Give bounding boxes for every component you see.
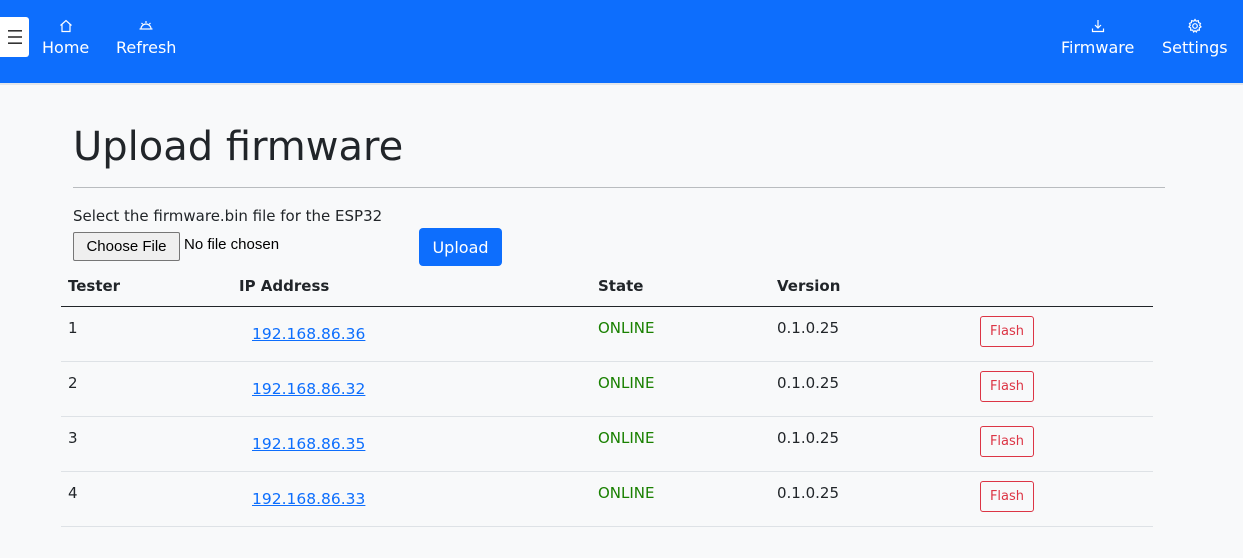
title-divider (73, 187, 1165, 188)
choose-file-button[interactable]: Choose File (73, 232, 180, 261)
flash-button[interactable]: Flash (980, 481, 1034, 512)
tester-cell: 1 (68, 319, 78, 337)
nav-settings-label: Settings (1162, 38, 1228, 57)
version-cell: 0.1.0.25 (777, 484, 840, 502)
top-navbar: Home Refresh Firmware Settings (0, 0, 1243, 83)
version-cell: 0.1.0.25 (777, 319, 840, 337)
ip-address-link[interactable]: 192.168.86.33 (252, 490, 365, 508)
table-header-state: State (598, 277, 644, 295)
table-row: 1 192.168.86.36 ONLINE 0.1.0.25 Flash (61, 307, 1153, 362)
upload-button[interactable]: Upload (419, 228, 502, 266)
nav-home-label: Home (42, 38, 90, 57)
table-header-version: Version (777, 277, 841, 295)
state-cell: ONLINE (598, 484, 655, 502)
upload-hint: Select the firmware.bin file for the ESP… (73, 207, 383, 225)
page-title: Upload firmware (73, 124, 404, 170)
ip-address-link[interactable]: 192.168.86.36 (252, 325, 365, 343)
tester-cell: 3 (68, 429, 78, 447)
state-cell: ONLINE (598, 429, 655, 447)
state-cell: ONLINE (598, 374, 655, 392)
file-status-text: No file chosen (184, 236, 280, 253)
table-row: 2 192.168.86.32 ONLINE 0.1.0.25 Flash (61, 362, 1153, 417)
version-cell: 0.1.0.25 (777, 374, 840, 392)
state-cell: ONLINE (598, 319, 655, 337)
version-cell: 0.1.0.25 (777, 429, 840, 447)
nav-home[interactable]: Home (42, 17, 89, 58)
table-row: 4 192.168.86.33 ONLINE 0.1.0.25 Flash (61, 472, 1153, 527)
flash-button[interactable]: Flash (980, 426, 1034, 457)
nav-refresh[interactable]: Refresh (116, 17, 176, 58)
home-icon (58, 17, 74, 35)
tester-cell: 4 (68, 484, 78, 502)
download-icon (1090, 17, 1106, 35)
nav-settings[interactable]: Settings (1162, 17, 1228, 58)
nav-refresh-label: Refresh (116, 38, 177, 57)
flash-button[interactable]: Flash (980, 371, 1034, 402)
table-row: 3 192.168.86.35 ONLINE 0.1.0.25 Flash (61, 417, 1153, 472)
refresh-icon (138, 17, 154, 35)
hamburger-icon (7, 30, 22, 44)
nav-firmware[interactable]: Firmware (1061, 17, 1134, 58)
table-header-ip: IP Address (239, 277, 330, 295)
gear-icon (1187, 17, 1203, 35)
navbar-border (0, 83, 1243, 85)
table-header-tester: Tester (68, 277, 121, 295)
nav-firmware-label: Firmware (1061, 38, 1135, 57)
flash-button[interactable]: Flash (980, 316, 1034, 347)
menu-toggle-button[interactable] (0, 17, 29, 57)
ip-address-link[interactable]: 192.168.86.35 (252, 435, 365, 453)
tester-cell: 2 (68, 374, 78, 392)
ip-address-link[interactable]: 192.168.86.32 (252, 380, 365, 398)
